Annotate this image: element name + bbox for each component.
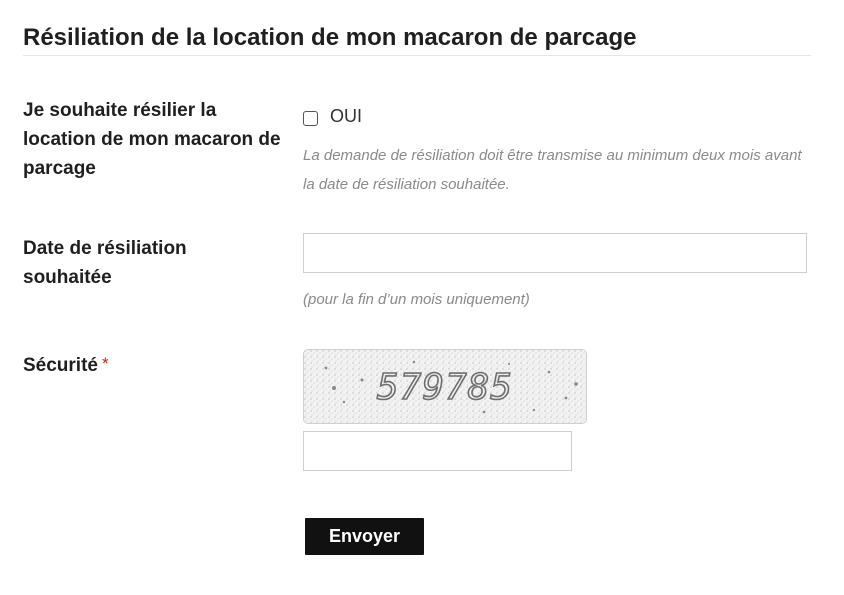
terminate-help-text: La demande de résiliation doit être tran… (303, 147, 802, 193)
security-label: Sécurité * (23, 351, 109, 380)
page: Résiliation de la location de mon macaro… (0, 0, 844, 595)
captcha-text: 579785 (377, 367, 513, 408)
required-marker: * (101, 354, 109, 373)
terminate-checkbox-label[interactable]: OUI (330, 106, 362, 127)
submit-button[interactable]: Envoyer (305, 518, 424, 555)
terminate-checkbox-row[interactable]: OUI (303, 106, 362, 129)
title-divider (23, 55, 811, 56)
terminate-label: Je souhaite résilier la location de mon … (23, 100, 281, 179)
captcha-image: 579785 (303, 349, 587, 424)
form-title: Résiliation de la location de mon macaro… (23, 24, 637, 51)
captcha-input[interactable] (303, 431, 572, 471)
date-input[interactable] (303, 233, 807, 273)
terminate-checkbox[interactable] (303, 111, 318, 126)
security-label-text: Sécurité (23, 355, 98, 376)
captcha-graphic: 579785 (304, 350, 586, 423)
date-help-text: (pour la fin d’un mois uniquement) (303, 291, 530, 308)
date-label: Date de résiliation souhaitée (23, 238, 187, 288)
